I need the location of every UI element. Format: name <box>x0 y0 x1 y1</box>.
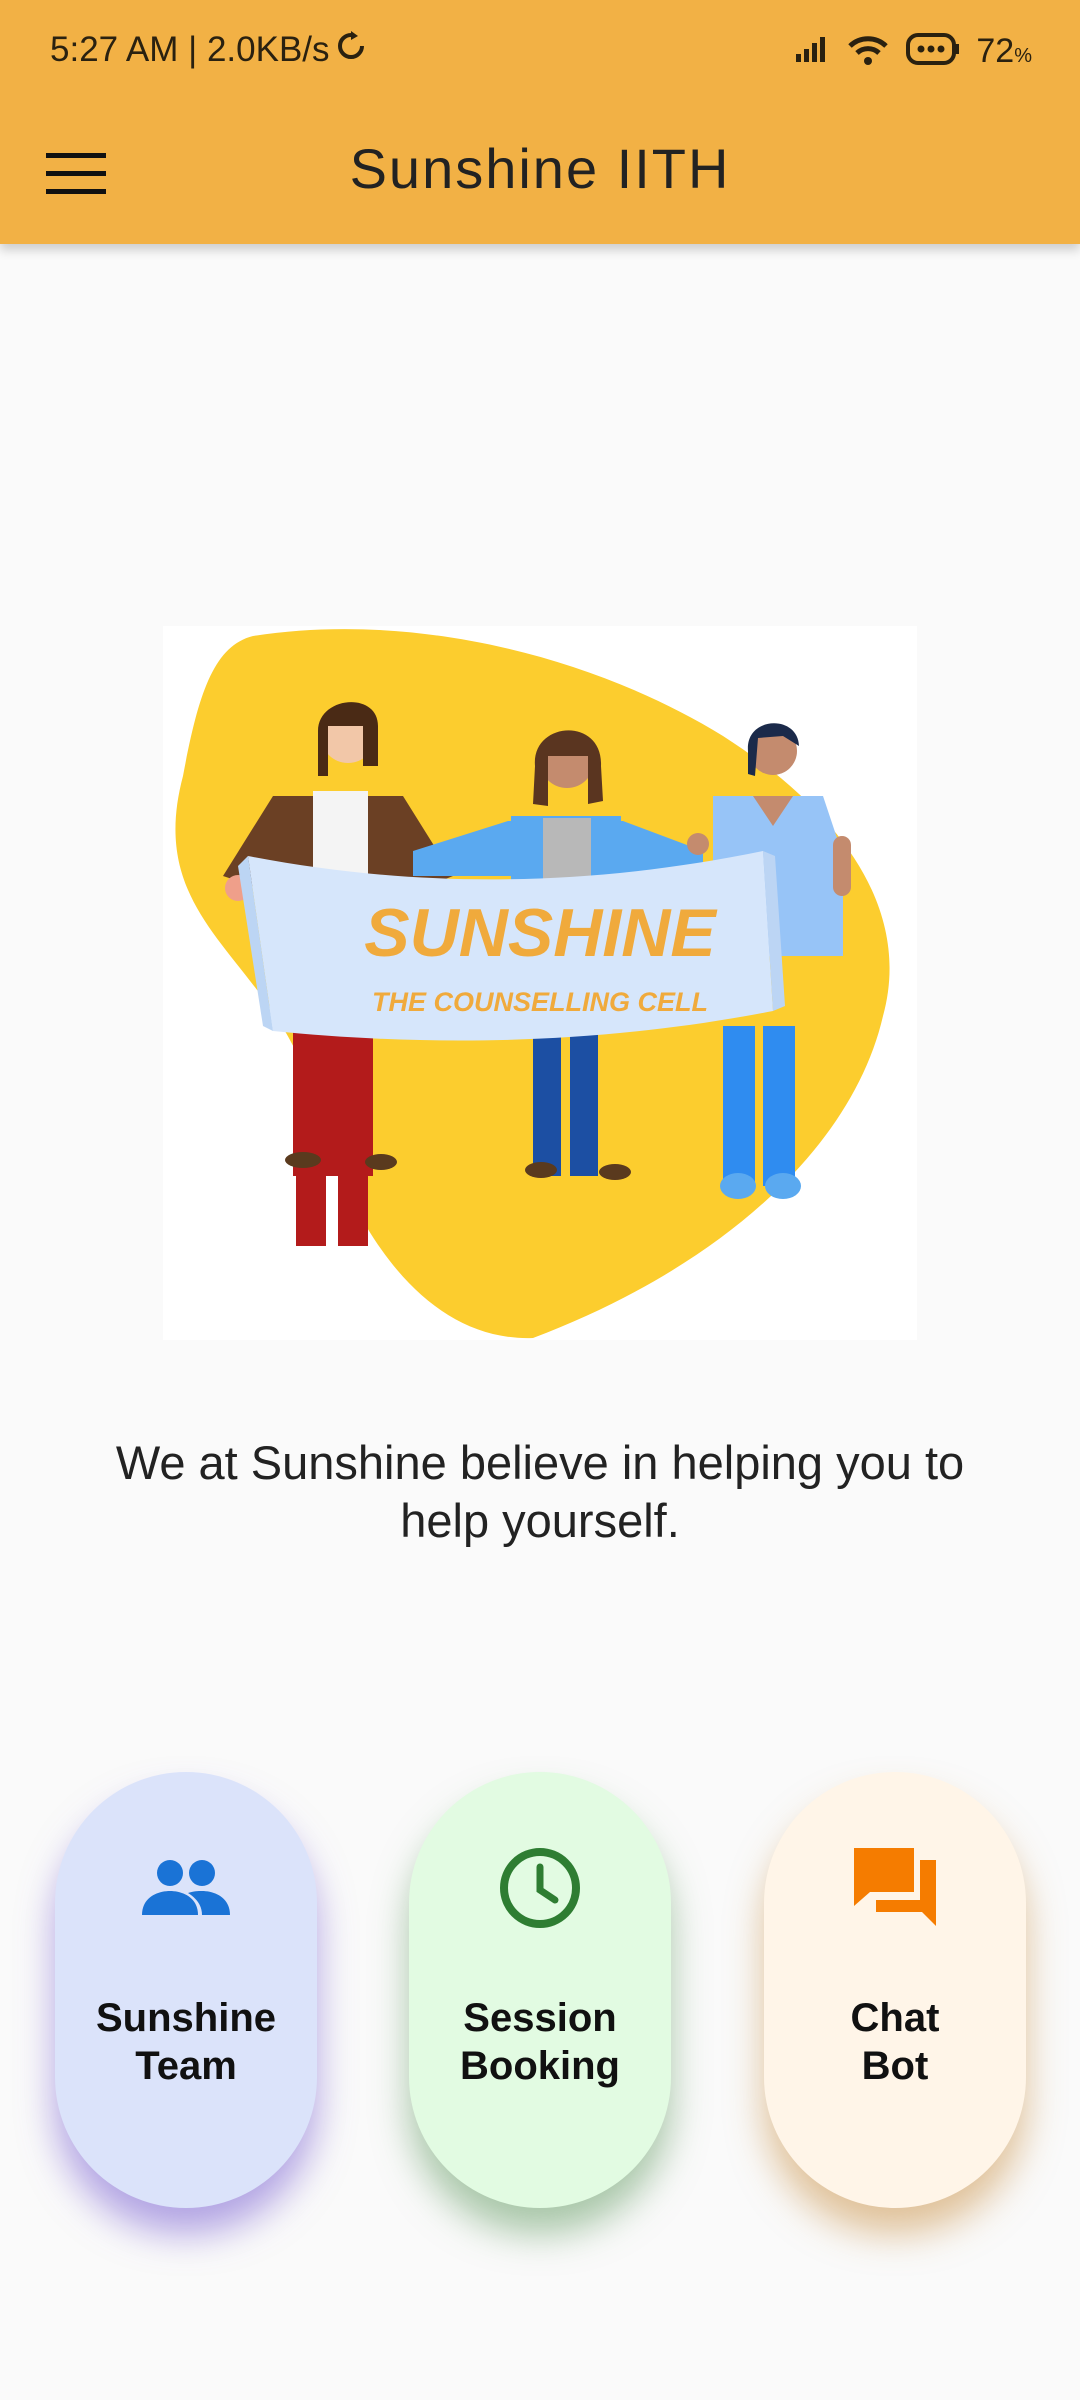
battery-level: 72% <box>976 32 1032 70</box>
chat-icon <box>764 1838 1026 1938</box>
status-icons: 72% <box>794 32 1032 71</box>
app-bar: Sunshine IITH <box>0 108 1080 244</box>
banner-title: SUNSHINE <box>364 895 718 971</box>
wifi-icon <box>846 32 890 71</box>
signal-icon <box>794 34 830 69</box>
battery-icon <box>906 32 960 71</box>
chat-bot-button[interactable]: Chat Bot <box>764 1772 1026 2208</box>
people-icon <box>55 1838 317 1938</box>
sunshine-team-label: Sunshine Team <box>95 1996 277 2088</box>
banner-subtitle: THE COUNSELLING CELL <box>372 987 708 1017</box>
app-title: Sunshine IITH <box>349 137 731 200</box>
tagline: We at Sunshine believe in helping you to… <box>115 1436 965 1547</box>
status-bar: 5:27 AM | 2.0KB/s 72% <box>0 0 1080 108</box>
sync-icon <box>336 30 366 70</box>
clock-icon <box>409 1838 671 1938</box>
chat-bot-label: Chat Bot <box>850 1996 940 2088</box>
sunshine-team-button[interactable]: Sunshine Team <box>55 1772 317 2208</box>
session-booking-button[interactable]: Session Booking <box>409 1772 671 2208</box>
status-time-network: 5:27 AM | 2.0KB/s <box>50 30 366 70</box>
top-app-bar: 5:27 AM | 2.0KB/s 72% Sunshine IITH <box>0 0 1080 244</box>
hero-illustration: SUNSHINE THE COUNSELLING CELL <box>163 626 917 1340</box>
status-time-speed: 5:27 AM | 2.0KB/s <box>50 30 330 69</box>
session-booking-label: Session Booking <box>460 1996 620 2088</box>
hero-banner: SUNSHINE THE COUNSELLING CELL <box>238 851 785 1041</box>
